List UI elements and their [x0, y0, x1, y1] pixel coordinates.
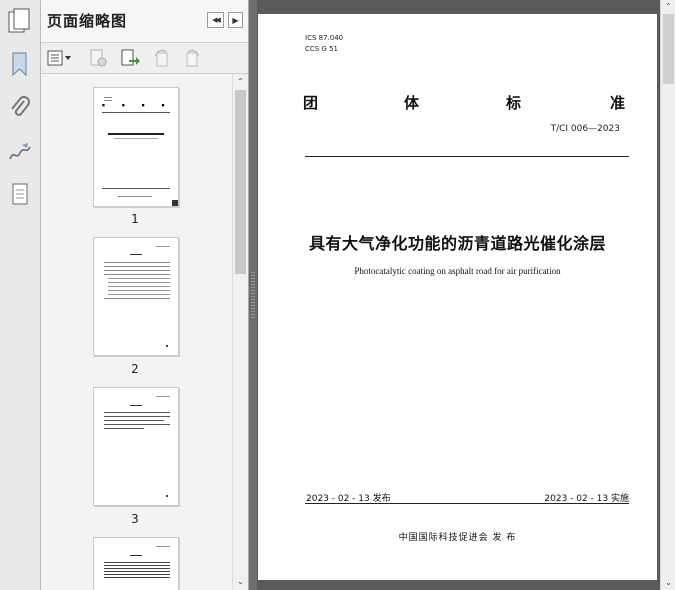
page-thumbnail-4[interactable] — [93, 537, 179, 590]
scrollbar-thumb[interactable] — [663, 14, 674, 84]
scroll-up-icon[interactable]: ⌃ — [233, 75, 248, 89]
standard-type-char: 团 — [303, 94, 319, 112]
page-thumbnails-icon[interactable] — [4, 6, 36, 38]
thumbnails-scrollbar[interactable]: ⌃ ⌄ — [232, 74, 248, 590]
scroll-down-icon[interactable]: ⌄ — [661, 576, 675, 590]
pdf-viewer: 页面缩略图 ◀◀ ▶ ■ ■ ■ ■ 1 2 3 ⌃ ⌄ ICS 87.040 … — [0, 0, 675, 590]
rotate-left-icon — [155, 49, 168, 67]
rotate-left-button[interactable] — [151, 48, 173, 68]
insert-page-icon — [121, 49, 140, 66]
thumbnail-list: ■ ■ ■ ■ 1 2 3 — [41, 74, 248, 590]
standard-type-char: 准 — [610, 94, 626, 112]
bookmark-icon[interactable] — [6, 50, 34, 78]
header-rule — [305, 156, 629, 157]
document-scrollbar[interactable]: ⌃ ⌄ — [660, 0, 675, 590]
signature-icon[interactable] — [6, 138, 34, 166]
page-thumbnail-2[interactable] — [93, 237, 179, 356]
expand-panel-button[interactable]: ▶ — [228, 12, 243, 28]
rotate-right-button[interactable] — [181, 48, 203, 68]
rotate-right-icon — [186, 49, 199, 67]
standard-type-char: 体 — [404, 94, 420, 112]
delete-page-button[interactable] — [87, 48, 109, 68]
document-title-en: Photocatalytic coating on asphalt road f… — [354, 266, 561, 276]
document-page: ICS 87.040 CCS G 51 团 体 标 准 T/CI 006—202… — [258, 14, 657, 580]
scroll-down-icon[interactable]: ⌄ — [233, 575, 248, 589]
thumbnail-label: 1 — [131, 212, 139, 226]
layers-icon[interactable] — [6, 180, 34, 208]
scroll-up-icon[interactable]: ⌃ — [661, 0, 675, 14]
thumbnail-label: 2 — [131, 362, 139, 376]
standard-code: T/CI 006—2023 — [550, 124, 620, 134]
navigation-rail — [0, 0, 41, 590]
options-menu-button[interactable] — [47, 48, 73, 68]
thumbnail-label: 3 — [131, 512, 139, 526]
document-title-cn: 具有大气净化功能的沥青道路光催化涂层 — [308, 234, 606, 253]
panel-title: 页面缩略图 — [47, 12, 128, 30]
thumbnails-panel: 页面缩略图 ◀◀ ▶ ■ ■ ■ ■ 1 2 3 ⌃ ⌄ — [41, 0, 249, 590]
page-thumbnail-1[interactable]: ■ ■ ■ ■ — [93, 87, 179, 207]
collapse-panel-button[interactable]: ◀◀ — [207, 12, 224, 28]
scrollbar-thumb[interactable] — [235, 90, 246, 274]
standard-type-char: 标 — [506, 94, 522, 112]
ics-code: ICS 87.040 — [305, 34, 344, 42]
footer-rule — [305, 503, 629, 504]
insert-page-button[interactable] — [119, 48, 141, 68]
panel-header: 页面缩略图 ◀◀ ▶ — [41, 0, 248, 43]
panel-splitter[interactable] — [249, 0, 257, 590]
thumbnails-toolbar — [41, 43, 248, 74]
delete-page-icon — [90, 49, 107, 67]
double-left-icon: ◀◀ — [212, 16, 221, 24]
options-menu-icon — [47, 50, 71, 66]
attachment-icon[interactable] — [6, 94, 34, 122]
ccs-code: CCS G 51 — [305, 45, 339, 53]
publisher: 中国国际科技促进会 发 布 — [398, 533, 517, 543]
page-thumbnail-3[interactable] — [93, 387, 179, 506]
right-arrow-icon: ▶ — [232, 15, 239, 25]
